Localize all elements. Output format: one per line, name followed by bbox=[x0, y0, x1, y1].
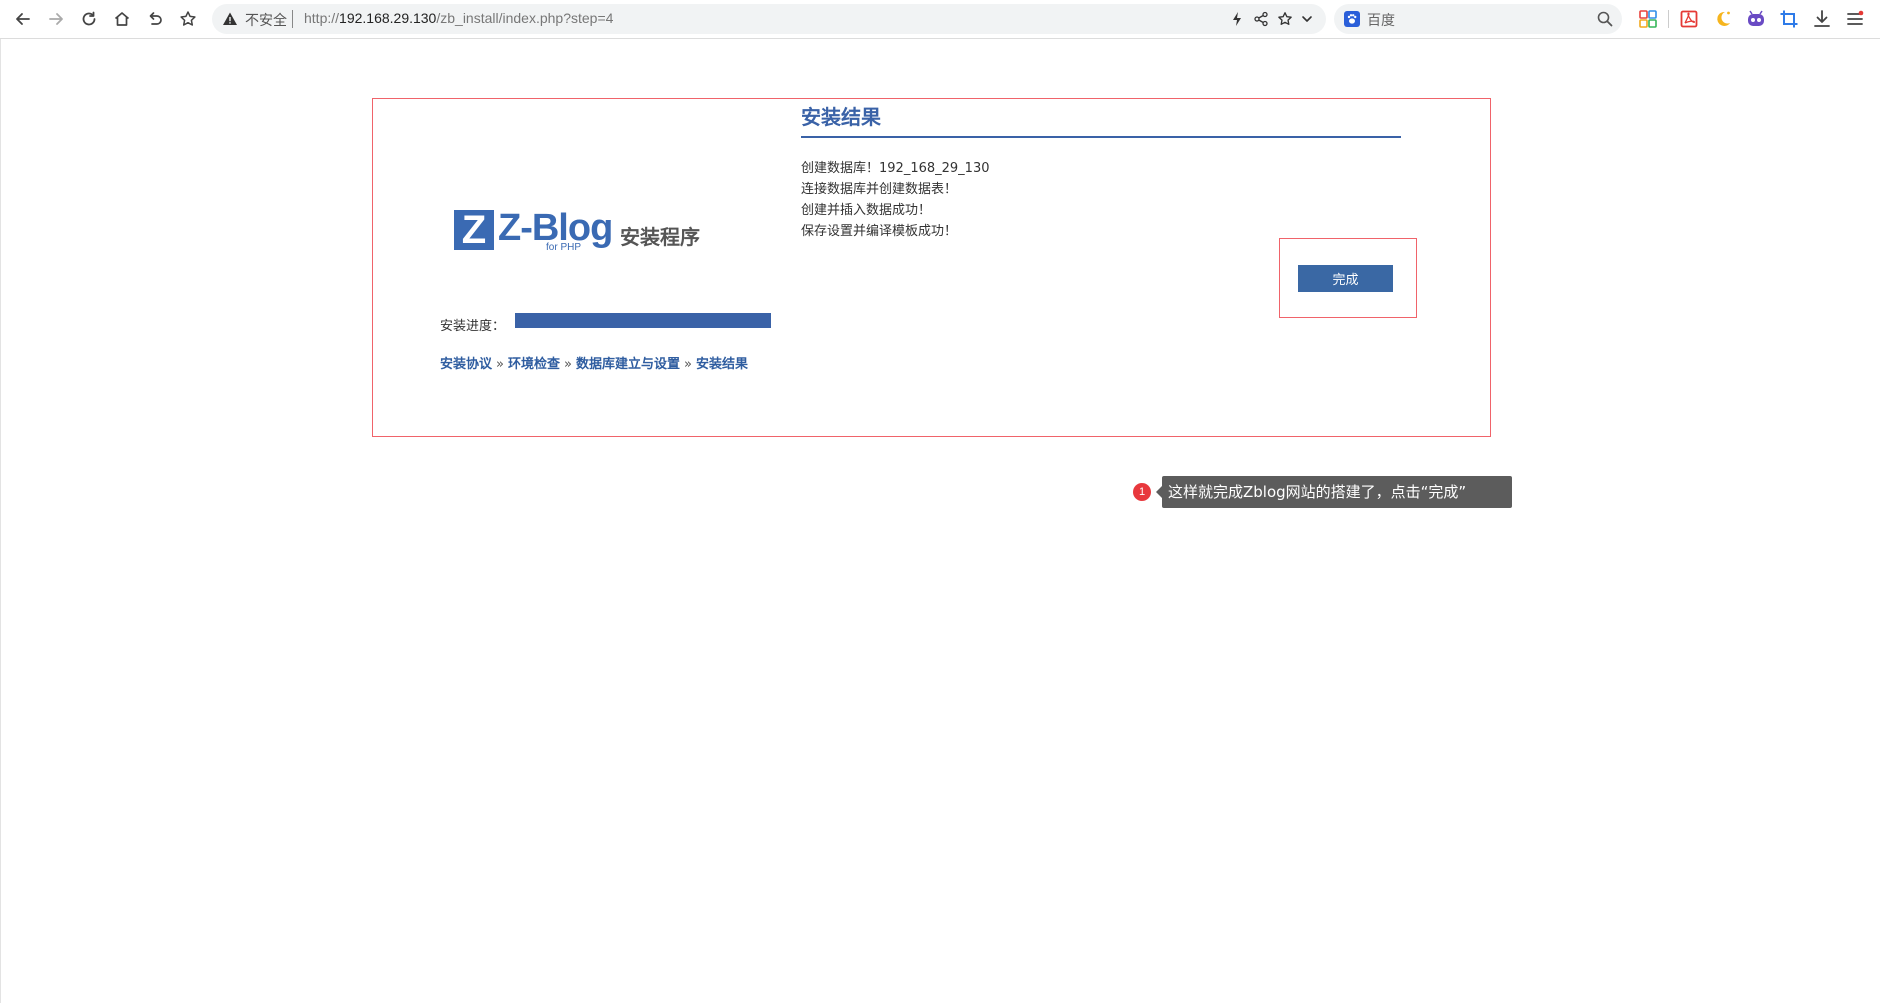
step-separator: » bbox=[683, 357, 692, 372]
instruction-tooltip: 这样就完成Zblog网站的搭建了，点击“完成” bbox=[1156, 476, 1512, 508]
share-button[interactable] bbox=[1252, 10, 1270, 28]
install-step-link[interactable]: 环境检查 bbox=[508, 357, 560, 372]
home-icon bbox=[114, 12, 130, 26]
zblog-logo: Z Z-Blog for PHP 安装程序 bbox=[454, 206, 714, 256]
result-message: 连接数据库并创建数据表！ bbox=[801, 182, 958, 197]
url-host: 192.168.29.130 bbox=[339, 10, 437, 26]
result-title: 安装结果 bbox=[801, 105, 881, 129]
page-left-border bbox=[0, 39, 1, 1003]
lightning-icon bbox=[1233, 12, 1241, 26]
search-icon[interactable] bbox=[1596, 10, 1614, 28]
result-message: 保存设置并编译模板成功！ bbox=[801, 224, 958, 239]
download-icon bbox=[1814, 10, 1830, 27]
progress-label: 安装进度： bbox=[440, 319, 506, 334]
download-button[interactable] bbox=[1810, 7, 1834, 31]
finish-button[interactable]: 完成 bbox=[1298, 265, 1393, 292]
crop-button[interactable] bbox=[1777, 7, 1801, 31]
result-title-underline bbox=[801, 136, 1401, 138]
browser-toolbar: 不安全 http://192.168.29.130/zb_install/ind… bbox=[0, 0, 1880, 39]
address-bar[interactable]: 不安全 http://192.168.29.130/zb_install/ind… bbox=[212, 4, 1326, 34]
arrow-right-icon bbox=[49, 13, 63, 25]
star-icon bbox=[180, 11, 196, 26]
bookmark-button[interactable] bbox=[1276, 10, 1294, 28]
warning-triangle-icon bbox=[223, 12, 237, 25]
security-label: 不安全 bbox=[245, 13, 287, 29]
menu-icon bbox=[1847, 10, 1864, 25]
home-button[interactable] bbox=[110, 7, 134, 31]
install-progress-fill bbox=[515, 313, 771, 328]
apps-grid-icon bbox=[1639, 10, 1657, 28]
robot-extension-button[interactable] bbox=[1744, 7, 1768, 31]
result-message: 创建并插入数据成功！ bbox=[801, 203, 932, 218]
search-placeholder: 百度 bbox=[1367, 13, 1395, 29]
moon-icon bbox=[1717, 11, 1730, 26]
star-icon bbox=[1278, 12, 1292, 25]
apps-button[interactable] bbox=[1636, 7, 1660, 31]
install-step-link[interactable]: 安装协议 bbox=[440, 357, 492, 372]
install-step-link[interactable]: 安装结果 bbox=[696, 357, 748, 372]
install-steps-breadcrumb: 安装协议» 环境检查» 数据库建立与设置» 安装结果 bbox=[440, 353, 748, 372]
url-prefix: http:// bbox=[304, 10, 340, 26]
reload-icon bbox=[82, 11, 96, 26]
install-step-link[interactable]: 数据库建立与设置 bbox=[576, 357, 680, 372]
night-mode-button[interactable] bbox=[1711, 7, 1735, 31]
install-progress-bar bbox=[515, 313, 771, 328]
arrow-left-icon bbox=[16, 13, 30, 25]
result-messages: 创建数据库！192_168_29_130 连接数据库并创建数据表！ 创建并插入数… bbox=[801, 158, 989, 242]
forward-button[interactable] bbox=[44, 7, 68, 31]
step-separator: » bbox=[564, 357, 572, 372]
result-message: 创建数据库！192_168_29_130 bbox=[801, 161, 990, 176]
crop-icon bbox=[1780, 10, 1798, 28]
chevron-down-icon bbox=[1302, 16, 1312, 22]
logo-z-mark: Z bbox=[454, 210, 494, 250]
url-text[interactable]: http://192.168.29.130/zb_install/index.p… bbox=[304, 10, 613, 26]
lightning-button[interactable] bbox=[1228, 10, 1246, 28]
logo-subtitle: 安装程序 bbox=[620, 225, 700, 249]
undo-icon bbox=[149, 12, 162, 25]
menu-button[interactable] bbox=[1843, 7, 1867, 31]
address-separator bbox=[292, 10, 293, 28]
favorite-button[interactable] bbox=[176, 7, 200, 31]
undo-button[interactable] bbox=[143, 7, 167, 31]
toolbar-divider bbox=[1668, 10, 1669, 28]
step-separator: » bbox=[496, 357, 504, 372]
pdf-button[interactable] bbox=[1677, 7, 1701, 31]
step-badge: 1 bbox=[1133, 483, 1151, 501]
address-dropdown-button[interactable] bbox=[1298, 10, 1316, 28]
robot-icon bbox=[1748, 10, 1764, 26]
search-box[interactable]: 百度 bbox=[1334, 4, 1622, 34]
share-icon bbox=[1254, 11, 1268, 27]
back-button[interactable] bbox=[11, 7, 35, 31]
reload-button[interactable] bbox=[77, 7, 101, 31]
url-path: /zb_install/index.php?step=4 bbox=[436, 10, 614, 26]
pdf-icon bbox=[1680, 10, 1698, 28]
logo-for-php: for PHP bbox=[546, 242, 582, 253]
baidu-icon bbox=[1344, 11, 1360, 27]
